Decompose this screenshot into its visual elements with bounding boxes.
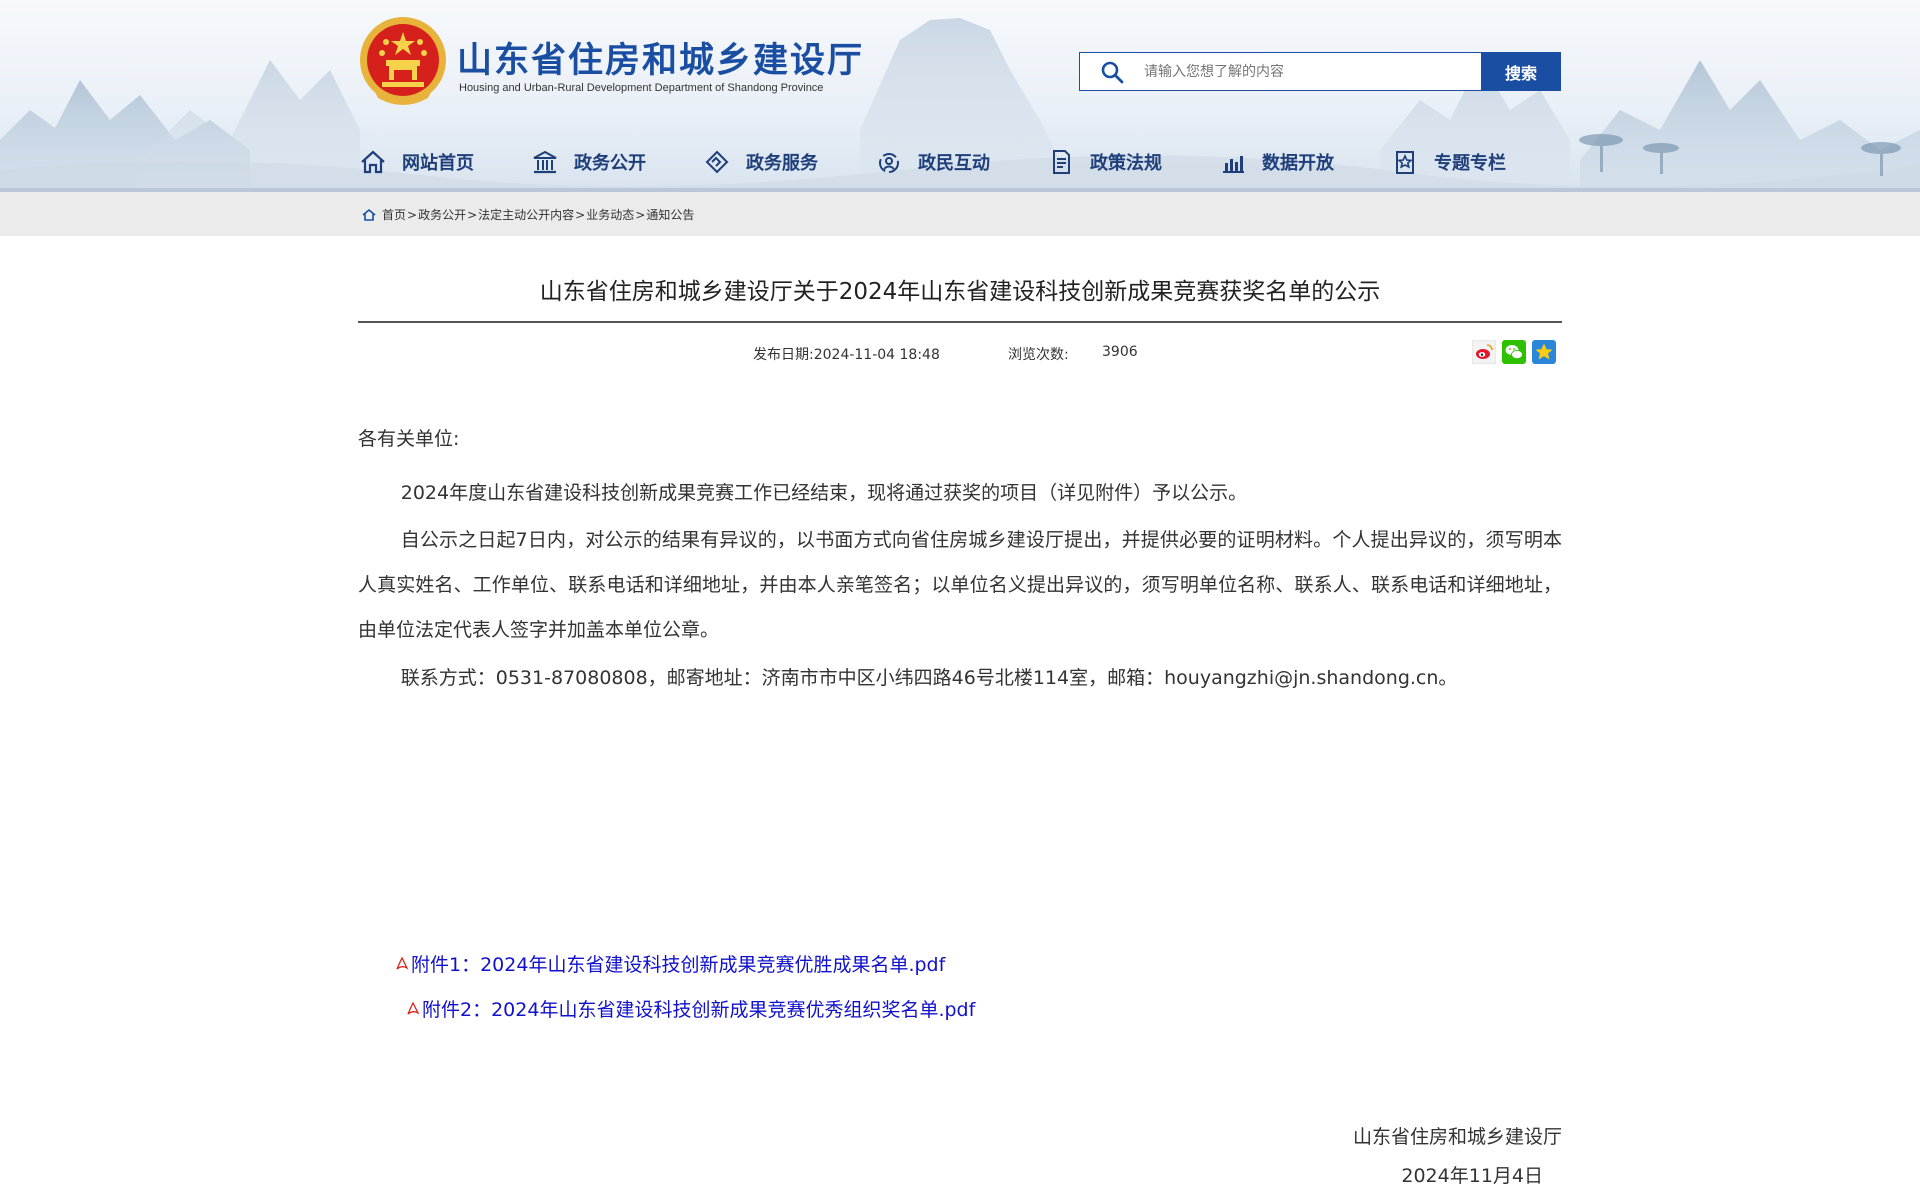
attachment-label: 附件2：2024年山东省建设科技创新成果竞赛优秀组织奖名单.pdf <box>422 999 976 1021</box>
breadcrumb-home-icon <box>362 208 376 222</box>
national-emblem-logo[interactable] <box>358 16 448 110</box>
wechat-icon[interactable] <box>1502 340 1526 364</box>
search-button[interactable]: 搜索 <box>1481 52 1561 91</box>
nav-label: 政民互动 <box>918 153 990 174</box>
nav-label: 政务公开 <box>574 153 646 174</box>
breadcrumb-link-notices[interactable]: 通知公告 <box>646 206 694 223</box>
search-icon[interactable] <box>1080 53 1144 90</box>
breadcrumb-link-home[interactable]: 首页 <box>382 206 406 223</box>
breadcrumb-bar: 首页 > 政务公开 > 法定主动公开内容 > 业务动态 > 通知公告 <box>0 192 1920 236</box>
views-count: 3906 <box>1102 344 1138 360</box>
nav-item-special-topics[interactable]: 专题专栏 <box>1390 146 1562 178</box>
bar-chart-icon <box>1218 147 1248 177</box>
breadcrumb-separator: > <box>635 207 646 222</box>
search-input[interactable] <box>1144 53 1481 90</box>
breadcrumb-link-gov-affairs[interactable]: 政务公开 <box>418 206 466 223</box>
breadcrumb-link-business-news[interactable]: 业务动态 <box>586 206 634 223</box>
site-subtitle: Housing and Urban-Rural Development Depa… <box>459 82 824 94</box>
breadcrumb-separator: > <box>467 207 478 222</box>
paragraph-1: 2024年度山东省建设科技创新成果竞赛工作已经结束，现将通过获奖的项目（详见附件… <box>400 482 1248 504</box>
paragraph-3: 联系方式：0531-87080808，邮寄地址：济南市市中区小纬四路46号北楼1… <box>400 667 1458 689</box>
article-title: 山东省住房和城乡建设厅关于2024年山东省建设科技创新成果竞赛获奖名单的公示 <box>539 279 1381 305</box>
handshake-icon <box>702 147 732 177</box>
attachment-link-1[interactable]: 附件1：2024年山东省建设科技创新成果竞赛优胜成果名单.pdf <box>394 950 945 977</box>
signature-organization: 山东省住房和城乡建设厅 <box>1352 1126 1562 1148</box>
weibo-icon[interactable] <box>1472 340 1496 364</box>
nav-item-open-data[interactable]: 数据开放 <box>1218 146 1390 178</box>
signature-date: 2024年11月4日 <box>1401 1165 1543 1187</box>
nav-label: 政务服务 <box>746 153 818 174</box>
breadcrumb: 首页 > 政务公开 > 法定主动公开内容 > 业务动态 > 通知公告 <box>362 206 694 223</box>
attachment-label: 附件1：2024年山东省建设科技创新成果竞赛优胜成果名单.pdf <box>411 954 946 976</box>
nav-label: 政策法规 <box>1090 153 1162 174</box>
nav-label: 数据开放 <box>1262 153 1334 174</box>
paragraph-2: 自公示之日起7日内，对公示的结果有异议的，以书面方式向省住房城乡建设厅提出，并提… <box>358 529 1562 641</box>
nav-item-interaction[interactable]: 政民互动 <box>874 146 1046 178</box>
nav-item-home[interactable]: 网站首页 <box>358 146 530 178</box>
search-bar: 搜索 <box>1079 52 1561 91</box>
special-topic-icon <box>1390 147 1420 177</box>
article-meta: 发布日期:2024-11-04 18:48 浏览次数: 3906 <box>358 340 1562 364</box>
nav-item-policy[interactable]: 政策法规 <box>1046 146 1218 178</box>
nav-item-gov-affairs[interactable]: 政务公开 <box>530 146 702 178</box>
pdf-icon <box>394 956 410 972</box>
interaction-icon <box>874 147 904 177</box>
salutation: 各有关单位: <box>358 428 460 450</box>
site-title: 山东省住房和城乡建设厅 <box>457 41 865 81</box>
share-buttons <box>1472 340 1556 364</box>
qzone-icon[interactable] <box>1532 340 1556 364</box>
policy-document-icon <box>1046 147 1076 177</box>
nav-label: 专题专栏 <box>1434 153 1506 174</box>
attachment-link-2[interactable]: 附件2：2024年山东省建设科技创新成果竞赛优秀组织奖名单.pdf <box>405 995 975 1022</box>
breadcrumb-separator: > <box>575 207 586 222</box>
government-building-icon <box>530 147 560 177</box>
breadcrumb-link-statutory-content[interactable]: 法定主动公开内容 <box>478 206 574 223</box>
nav-label: 网站首页 <box>402 153 474 174</box>
views-label: 浏览次数: <box>1008 347 1069 363</box>
breadcrumb-separator: > <box>407 207 418 222</box>
site-header: 山东省住房和城乡建设厅 Housing and Urban-Rural Deve… <box>0 0 1920 192</box>
main-nav: 网站首页 政务公开 政务服务 政民互动 政策法规 数据开放 专题专栏 <box>358 146 1562 178</box>
title-divider <box>358 321 1562 323</box>
pdf-icon <box>405 1001 421 1017</box>
publish-date: 发布日期:2024-11-04 18:48 <box>753 347 940 363</box>
home-icon <box>358 147 388 177</box>
nav-item-gov-service[interactable]: 政务服务 <box>702 146 874 178</box>
